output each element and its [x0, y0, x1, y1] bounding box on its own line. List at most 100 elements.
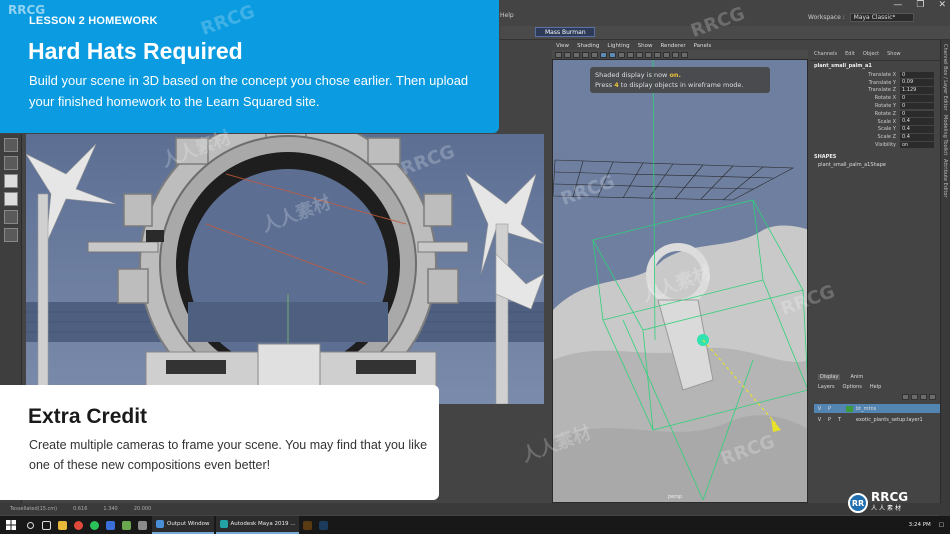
layer-color-swatch[interactable]: [846, 417, 853, 423]
attribute-name: Visibility: [875, 142, 896, 149]
attribute-row[interactable]: Rotate X 0: [810, 94, 940, 102]
output-window-icon: [156, 520, 164, 528]
attribute-value-field[interactable]: 0: [900, 102, 934, 110]
layer-toggle-p[interactable]: P: [826, 417, 833, 423]
attribute-row[interactable]: Translate X 0: [810, 71, 940, 79]
channel-menu-edit[interactable]: Edit: [845, 51, 855, 57]
film-gate-icon[interactable]: [591, 51, 598, 58]
close-button[interactable]: ✕: [938, 0, 946, 10]
grid-toggle-icon[interactable]: [582, 51, 589, 58]
task-maya[interactable]: Autodesk Maya 2019 ...: [215, 516, 300, 534]
select-tool-icon[interactable]: [3, 138, 18, 152]
selected-object-name[interactable]: plant_small_palm_a1: [810, 61, 940, 71]
layer-toggle-v[interactable]: V: [816, 406, 823, 412]
attribute-row[interactable]: Translate Y 0.09: [810, 79, 940, 87]
layer-color-swatch[interactable]: [846, 405, 853, 412]
attribute-row[interactable]: Scale X 0.4: [810, 118, 940, 126]
tab-attribute-editor[interactable]: Attribute Editor: [942, 159, 948, 197]
panel-menu-show[interactable]: Show: [638, 43, 653, 49]
layer-menu-help[interactable]: Help: [870, 384, 881, 390]
shadows-icon[interactable]: [636, 51, 643, 58]
layer-toggle-p[interactable]: P: [826, 406, 833, 412]
panel-menu-shading[interactable]: Shading: [577, 43, 599, 49]
layer-menu-layers[interactable]: Layers: [818, 384, 835, 390]
file-explorer-icon[interactable]: [54, 516, 70, 534]
viewport-left[interactable]: [26, 134, 544, 404]
panel-menu-lighting[interactable]: Lighting: [607, 43, 629, 49]
wireframe-icon[interactable]: [600, 51, 607, 58]
layout-two-icon[interactable]: [3, 210, 18, 224]
tab-channel-box[interactable]: Channel Box / Layer Editor: [942, 44, 948, 111]
attribute-value-field[interactable]: on: [900, 141, 934, 149]
attribute-row[interactable]: Translate Z 1.129: [810, 87, 940, 95]
attribute-row[interactable]: Scale Y 0.4: [810, 126, 940, 134]
viewport-perspective[interactable]: [552, 59, 808, 503]
layout-four-icon[interactable]: [3, 192, 18, 206]
minimize-button[interactable]: —: [893, 0, 902, 10]
layer-row[interactable]: V Pbt_mtns: [814, 404, 940, 413]
channel-menu-object[interactable]: Object: [863, 51, 879, 57]
app-icon[interactable]: [118, 516, 134, 534]
illustrator-icon[interactable]: [299, 516, 315, 534]
layer-menu-options[interactable]: Options: [843, 384, 862, 390]
attribute-value-field[interactable]: 0.4: [900, 126, 934, 133]
xray-icon[interactable]: [654, 51, 661, 58]
move-layer-up-icon[interactable]: [902, 394, 909, 400]
attribute-row[interactable]: Rotate Y 0: [810, 102, 940, 110]
attribute-row[interactable]: Scale Z 0.4: [810, 133, 940, 141]
task-view-icon[interactable]: [38, 516, 54, 534]
attribute-value-field[interactable]: 1.129: [900, 87, 934, 94]
panel-menu-panels[interactable]: Panels: [694, 43, 712, 49]
panel-menu-view[interactable]: View: [556, 43, 569, 49]
textured-icon[interactable]: [618, 51, 625, 58]
attribute-value-field[interactable]: 0: [900, 95, 934, 102]
new-layer-icon[interactable]: [920, 394, 927, 400]
bookmark-icon[interactable]: [564, 51, 571, 58]
tab-display[interactable]: Display: [818, 374, 841, 380]
search-icon[interactable]: [22, 516, 38, 534]
attribute-value-field[interactable]: 0: [900, 71, 934, 79]
layout-single-icon[interactable]: [3, 174, 18, 188]
attribute-value-field[interactable]: 0.09: [900, 79, 934, 86]
move-layer-down-icon[interactable]: [911, 394, 918, 400]
spotify-icon[interactable]: [86, 516, 102, 534]
panel-menu-renderer[interactable]: Renderer: [660, 43, 685, 49]
camera-attributes-icon[interactable]: [555, 51, 562, 58]
shape-node-name[interactable]: plant_small_palm_a1Shape: [810, 162, 940, 168]
image-plane-icon[interactable]: [573, 51, 580, 58]
windows-start-icon[interactable]: [0, 516, 22, 534]
smooth-shade-icon[interactable]: [609, 51, 616, 58]
channel-menu-show[interactable]: Show: [887, 51, 901, 57]
ambient-occlusion-icon[interactable]: [663, 51, 670, 58]
workspace-dropdown[interactable]: Maya Classic*: [849, 13, 915, 22]
move-tool-icon[interactable]: [3, 156, 18, 170]
task-output-window[interactable]: Output Window: [152, 516, 214, 534]
new-layer-selected-icon[interactable]: [929, 394, 936, 400]
layer-toggle-v[interactable]: V: [816, 417, 823, 423]
layer-toggle-t[interactable]: T: [836, 417, 843, 423]
isolate-select-icon[interactable]: [645, 51, 652, 58]
antialias-icon[interactable]: [681, 51, 688, 58]
clock[interactable]: 3:24 PM: [909, 522, 931, 528]
notification-icon[interactable]: □: [939, 522, 944, 528]
tab-anim[interactable]: Anim: [850, 374, 863, 380]
attribute-value-field[interactable]: 0.4: [900, 134, 934, 141]
attribute-value-field[interactable]: 0: [900, 110, 934, 118]
panel-menu-bar: View Shading Lighting Show Renderer Pane…: [552, 41, 808, 50]
attribute-value-field[interactable]: 0.4: [900, 118, 934, 125]
maximize-button[interactable]: ❐: [916, 0, 924, 10]
app-icon[interactable]: [102, 516, 118, 534]
attribute-row[interactable]: Visibility on: [810, 141, 940, 149]
chrome-icon[interactable]: [70, 516, 86, 534]
lights-icon[interactable]: [627, 51, 634, 58]
tab-modeling-toolkit[interactable]: Modeling Toolkit: [942, 115, 948, 155]
outliner-layout-icon[interactable]: [3, 228, 18, 242]
attribute-row[interactable]: Rotate Z 0: [810, 110, 940, 118]
app-icon[interactable]: [134, 516, 150, 534]
character-set-dropdown[interactable]: Mass Burman: [535, 27, 595, 37]
menu-help[interactable]: Help: [500, 12, 514, 19]
layer-row[interactable]: V P Texotic_plants_setup:layer1: [814, 415, 940, 424]
motion-blur-icon[interactable]: [672, 51, 679, 58]
channel-menu-channels[interactable]: Channels: [814, 51, 837, 57]
photoshop-icon[interactable]: [315, 516, 331, 534]
